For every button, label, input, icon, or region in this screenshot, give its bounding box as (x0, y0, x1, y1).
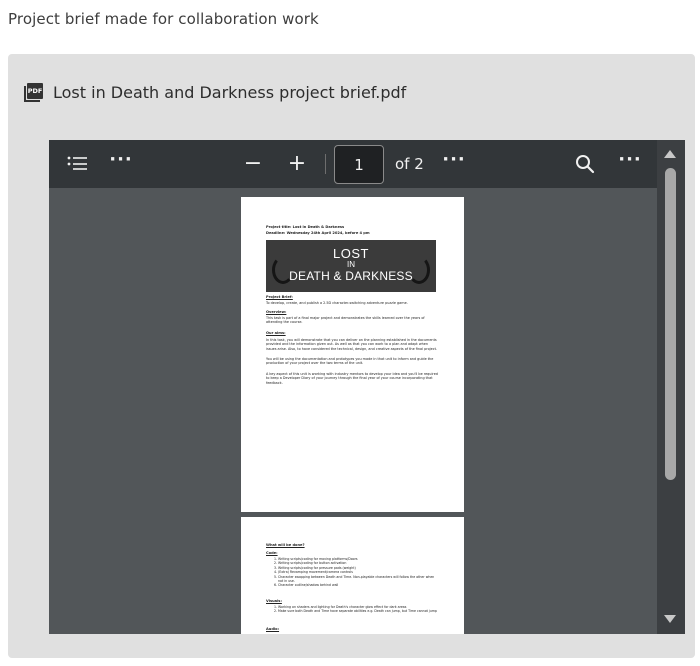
doc-heading-code: Code: (266, 551, 278, 555)
page-total-label: of 2 (395, 155, 424, 173)
pdf-viewer[interactable]: ··· − + 1 of 2 ··· ··· Project title: Lo… (49, 140, 685, 634)
doc-aims-text-2: You will be using the documentation and … (266, 357, 434, 366)
plus-icon: + (287, 151, 307, 176)
more-horizontal-icon: ··· (442, 149, 466, 170)
attachment-card: PDF Lost in Death and Darkness project b… (8, 54, 695, 658)
doc-heading-aims: Our aims: (266, 331, 286, 335)
search-button[interactable] (571, 150, 599, 178)
doc-deadline: Deadline: Wednesday 24th April 2024, bef… (266, 231, 370, 235)
vertical-scrollbar[interactable] (657, 140, 685, 634)
doc-heading-visuals: Visuals: (266, 599, 282, 603)
doc-heading-audio: Audio: (266, 627, 280, 631)
doc-visuals-list: Working on shaders and lighting for Deat… (266, 605, 438, 614)
more-horizontal-icon: ··· (109, 149, 133, 170)
toolbar-divider (325, 154, 326, 174)
scroll-down-arrow-icon[interactable] (664, 615, 676, 623)
doc-aims-text-3: A key aspect of this unit is working wit… (266, 372, 438, 385)
pdf-page-1: Project title: Lost in Death & Darkness … (241, 197, 464, 512)
doc-brief-text: To develop, create, and publish a 2.5D c… (266, 301, 408, 305)
section-caption: Project brief made for collaboration wor… (8, 10, 319, 28)
outline-button[interactable] (63, 150, 91, 178)
zoom-out-button[interactable]: − (239, 150, 267, 178)
scrollbar-thumb[interactable] (665, 168, 676, 480)
menu-button-right[interactable]: ··· (616, 150, 644, 178)
list-icon (67, 156, 87, 170)
zoom-in-button[interactable]: + (283, 150, 311, 178)
doc-overview-text: This task is part of a final major proje… (266, 316, 425, 325)
pdf-file-icon: PDF (24, 82, 43, 102)
doc-code-list: Writing scripts/coding for moving platfo… (266, 557, 438, 588)
doc-aims-text-1: In this task, you will demonstrate that … (266, 338, 437, 351)
file-row[interactable]: PDF Lost in Death and Darkness project b… (24, 81, 406, 103)
pdf-page-2: What will be done? Code: Writing scripts… (241, 517, 464, 634)
file-name-link[interactable]: Lost in Death and Darkness project brief… (53, 83, 406, 102)
more-horizontal-icon: ··· (618, 149, 642, 170)
pdf-toolbar: ··· − + 1 of 2 ··· ··· (49, 140, 657, 188)
doc-heading-brief: Project Brief: (266, 295, 293, 299)
minus-icon: − (243, 151, 263, 176)
menu-button-left[interactable]: ··· (107, 150, 135, 178)
scroll-up-arrow-icon[interactable] (664, 150, 676, 158)
page-number-input[interactable]: 1 (334, 145, 384, 184)
doc-heading-overview: Overview: (266, 310, 287, 314)
doc-project-title: Project title: Lost in Death & Darkness (266, 225, 345, 229)
page-options-button[interactable]: ··· (440, 150, 468, 178)
doc-heading-what: What will be done? (266, 543, 305, 547)
search-icon (576, 155, 595, 174)
doc-title-banner: LOST IN DEATH & DARKNESS (266, 240, 436, 292)
